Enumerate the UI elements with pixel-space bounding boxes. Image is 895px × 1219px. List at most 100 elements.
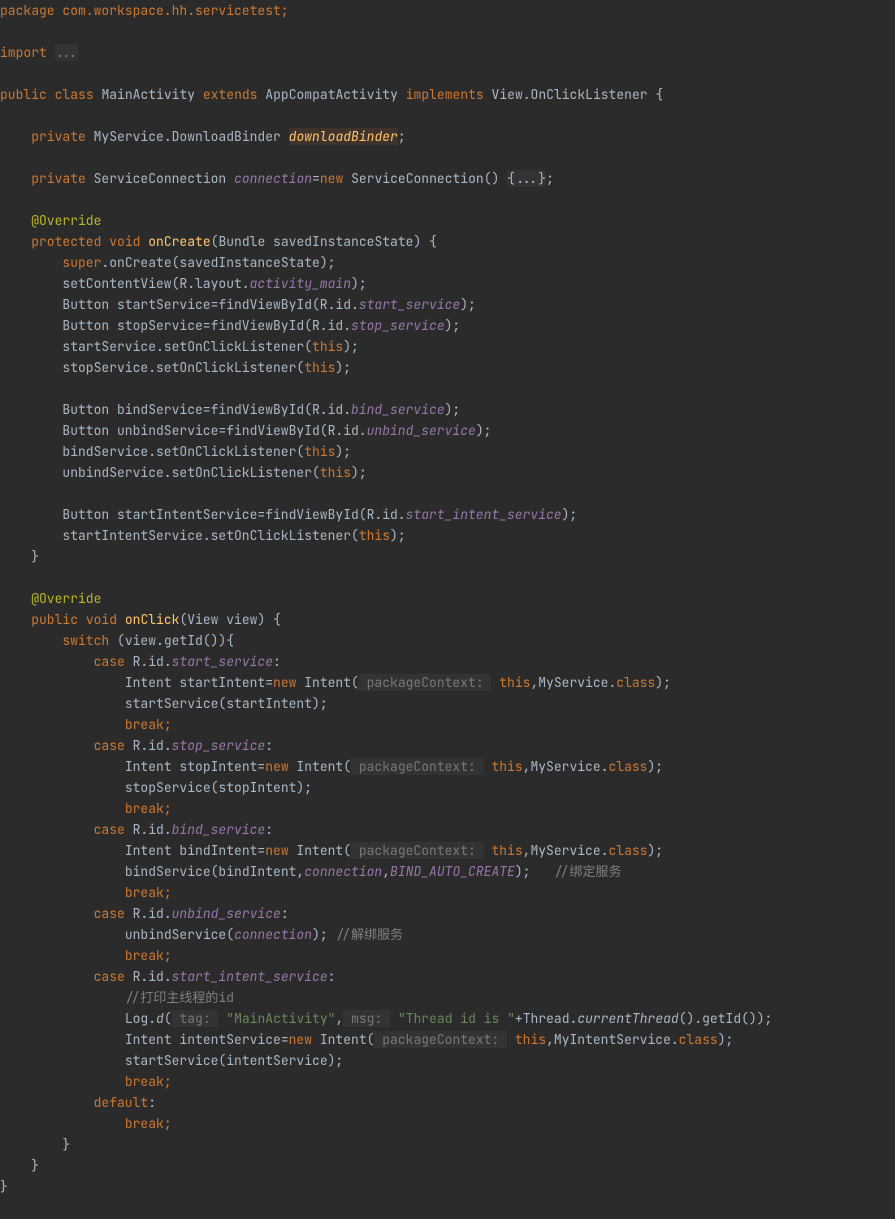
id-field: start_service <box>359 296 460 313</box>
keyword: this <box>359 527 390 544</box>
field-type: MyService.DownloadBinder <box>94 128 281 145</box>
code: Log. <box>125 1010 156 1027</box>
keyword: case <box>94 821 125 838</box>
field-downloadBinder: downloadBinder <box>289 128 398 145</box>
id-field: unbind_service <box>172 905 281 922</box>
param-hint: packageContext: <box>374 1031 507 1048</box>
id-field: start_service <box>172 653 273 670</box>
code: Intent stopIntent= <box>125 758 265 775</box>
code: Button startIntentService=findViewById(R… <box>62 506 405 523</box>
code: ); <box>460 296 476 313</box>
code: ); <box>647 758 663 775</box>
code: Intent startIntent= <box>125 674 273 691</box>
code: Intent( <box>289 758 351 775</box>
code: ); <box>647 842 663 859</box>
code: bindService.setOnClickListener( <box>62 443 304 460</box>
code: ); <box>445 401 461 418</box>
keyword: void <box>109 233 140 250</box>
ctor: ServiceConnection() <box>351 170 499 187</box>
keyword: case <box>94 737 125 754</box>
annotation-override: @Override <box>31 212 101 229</box>
id-field: start_intent_service <box>406 506 562 523</box>
keyword: break; <box>125 1073 172 1090</box>
code: Intent( <box>289 842 351 859</box>
code: Button bindService=findViewById(R.id. <box>62 401 351 418</box>
code: ,MyService. <box>523 842 609 859</box>
code: stopService(stopIntent); <box>125 779 312 796</box>
code: .onCreate(savedInstanceState); <box>101 254 335 271</box>
colon: : <box>281 905 289 922</box>
param-hint: packageContext: <box>351 842 484 859</box>
static-method: d <box>156 1010 164 1027</box>
code: stopService.setOnClickListener( <box>62 359 304 376</box>
folded-region[interactable]: {...} <box>507 170 546 187</box>
code: ); <box>562 506 578 523</box>
code: Intent( <box>296 674 358 691</box>
code: startService.setOnClickListener( <box>62 338 312 355</box>
semicolon: ; <box>398 128 406 145</box>
equals: = <box>312 170 320 187</box>
colon: : <box>328 968 336 985</box>
params: (View view) { <box>179 611 280 628</box>
code: (view.getId()){ <box>109 632 234 649</box>
param-hint: tag: <box>172 1010 219 1027</box>
brace: } <box>31 548 39 565</box>
keyword: void <box>86 611 117 628</box>
annotation-override: @Override <box>31 590 101 607</box>
paren: ( <box>164 1010 172 1027</box>
code: R.id. <box>125 653 172 670</box>
keyword: class <box>616 674 655 691</box>
brace: } <box>62 1136 70 1153</box>
code: R.id. <box>125 821 172 838</box>
field-connection: connection <box>234 926 312 943</box>
code: setContentView(R.layout. <box>62 275 249 292</box>
keyword: this <box>515 1031 546 1048</box>
id-field: start_intent_service <box>172 968 328 985</box>
keyword: case <box>94 653 125 670</box>
keyword: this <box>499 674 530 691</box>
code: Intent( <box>312 1031 374 1048</box>
keyword: this <box>304 359 335 376</box>
code: startService(intentService); <box>125 1052 343 1069</box>
code: unbindService.setOnClickListener( <box>62 464 319 481</box>
keyword: break; <box>125 716 172 733</box>
keyword: super <box>62 254 101 271</box>
code: Button unbindService=findViewById(R.id. <box>62 422 366 439</box>
keyword: this <box>491 842 522 859</box>
code: ); <box>351 275 367 292</box>
folded-imports[interactable]: ... <box>55 44 78 61</box>
field-connection: connection <box>304 863 382 880</box>
keyword: new <box>265 842 288 859</box>
keyword: break; <box>125 800 172 817</box>
code: ,MyIntentService. <box>546 1031 679 1048</box>
code: R.id. <box>125 905 172 922</box>
string: "Thread id is " <box>398 1010 515 1027</box>
code: unbindService( <box>125 926 234 943</box>
keyword: class <box>55 86 94 103</box>
keyword: extends <box>203 86 258 103</box>
id-field: bind_service <box>172 821 266 838</box>
code: ); <box>343 338 359 355</box>
code-editor[interactable]: package com.workspace.hh.servicetest; im… <box>0 0 895 1197</box>
code: ().getId()); <box>679 1010 773 1027</box>
keyword: this <box>491 758 522 775</box>
code: ); <box>718 1031 734 1048</box>
code: Button stopService=findViewById(R.id. <box>62 317 351 334</box>
code: ); <box>335 443 351 460</box>
code: ); <box>390 527 406 544</box>
keyword: this <box>312 338 343 355</box>
comment: //绑定服务 <box>530 863 621 880</box>
keyword: public <box>0 86 47 103</box>
string: "MainActivity" <box>226 1010 335 1027</box>
keyword: break; <box>125 947 172 964</box>
param-hint: packageContext: <box>359 674 492 691</box>
code: ); <box>655 674 671 691</box>
field-type: ServiceConnection <box>94 170 227 187</box>
code: ); <box>335 359 351 376</box>
keyword: new <box>289 1031 312 1048</box>
id-field: stop_service <box>172 737 266 754</box>
code: Intent bindIntent= <box>125 842 265 859</box>
keyword: class <box>679 1031 718 1048</box>
keyword: private <box>31 128 86 145</box>
code: ); <box>445 317 461 334</box>
